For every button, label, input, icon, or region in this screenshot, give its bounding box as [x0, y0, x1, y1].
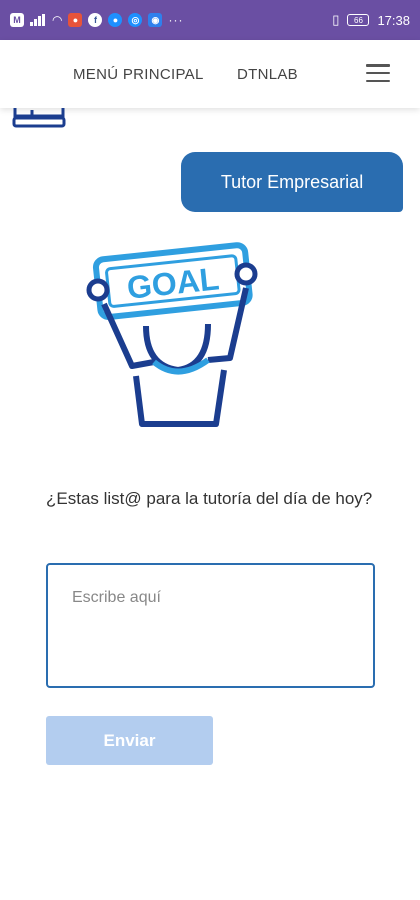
nav-dtnlab-link[interactable]: DTNLAB — [237, 66, 298, 83]
nav-main-menu-link[interactable]: MENÚ PRINCIPAL — [73, 66, 209, 83]
search-app-icon: ◉ — [148, 13, 163, 27]
bot-message-text: Tutor Empresarial — [220, 171, 364, 192]
vibrate-icon: ▯ — [332, 12, 340, 27]
more-notifications-icon: ··· — [168, 13, 184, 27]
app-notification-icon: M — [10, 13, 24, 27]
status-bar: M ◠ ● f ● ◎ ◉ ··· ▯ 66 17:38 — [0, 0, 420, 40]
facebook-icon: f — [88, 13, 103, 27]
browser-icon: ◎ — [128, 13, 143, 27]
goal-illustration: GOAL — [86, 242, 258, 427]
messenger-icon: ● — [108, 13, 123, 27]
status-left-icons: M ◠ ● f ● ◎ ◉ ··· — [10, 13, 183, 27]
status-right-icons: ▯ 66 17:38 — [332, 12, 410, 28]
wifi-icon: ◠ — [52, 13, 63, 27]
message-input[interactable] — [46, 563, 375, 688]
battery-level: 66 — [354, 15, 363, 25]
goal-sign: GOAL — [92, 242, 253, 321]
hamburger-menu-icon[interactable] — [366, 64, 390, 82]
battery-icon: 66 — [347, 14, 370, 26]
bot-message-bubble: Tutor Empresarial — [181, 152, 403, 212]
notification-app-icon: ● — [68, 13, 83, 27]
bot-avatar-icon — [12, 108, 66, 128]
header-nav: MENÚ PRINCIPAL DTNLAB — [0, 40, 420, 108]
clock: 17:38 — [377, 12, 410, 28]
tutoring-question: ¿Estas list@ para la tutoría del día de … — [46, 489, 373, 508]
signal-icon — [30, 14, 46, 26]
send-button[interactable]: Enviar — [46, 716, 213, 765]
